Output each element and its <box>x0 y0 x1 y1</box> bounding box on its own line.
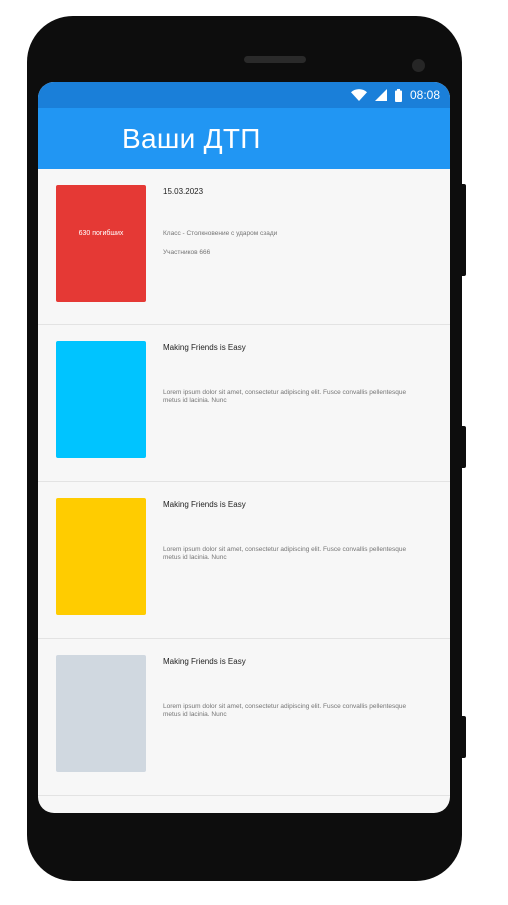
list-item[interactable]: 630 погибших 15.03.2023 Класс - Столкнов… <box>38 169 450 325</box>
item-thumbnail <box>56 655 146 772</box>
side-button <box>460 716 466 758</box>
app-bar: Ваши ДТП <box>38 108 450 169</box>
front-camera <box>412 59 425 72</box>
item-subtitle: Класс - Столкновение с ударом сзади <box>163 230 278 237</box>
list-item[interactable]: Making Friends is Easy Lorem ipsum dolor… <box>38 482 450 639</box>
volume-button <box>460 426 466 468</box>
page-title: Ваши ДТП <box>122 122 261 154</box>
item-title: Making Friends is Easy <box>163 657 246 666</box>
thumbnail-label: 630 погибших <box>78 230 124 237</box>
wifi-icon <box>350 89 367 101</box>
item-title: Making Friends is Easy <box>163 500 246 509</box>
item-description: Lorem ipsum dolor sit amet, consectetur … <box>163 546 407 561</box>
list-item[interactable]: Making Friends is Easy Lorem ipsum dolor… <box>38 639 450 796</box>
item-thumbnail: 630 погибших <box>56 185 146 302</box>
item-participants: Участников 666 <box>163 249 211 256</box>
item-thumbnail <box>56 498 146 615</box>
phone-screen: 08:08 Ваши ДТП 630 погибших 15.03.2023 К… <box>38 82 450 813</box>
item-thumbnail <box>56 341 146 458</box>
power-button <box>460 184 466 276</box>
status-time: 08:08 <box>409 88 440 102</box>
speaker-grille <box>244 56 306 63</box>
signal-icon <box>374 89 387 101</box>
item-description: Lorem ipsum dolor sit amet, consectetur … <box>163 389 407 404</box>
accident-list: 630 погибших 15.03.2023 Класс - Столкнов… <box>38 169 450 796</box>
item-title: Making Friends is Easy <box>163 343 246 352</box>
item-title: 15.03.2023 <box>163 187 204 196</box>
item-description: Lorem ipsum dolor sit amet, consectetur … <box>163 703 407 718</box>
battery-icon <box>394 88 402 102</box>
list-item[interactable]: Making Friends is Easy Lorem ipsum dolor… <box>38 325 450 482</box>
status-bar: 08:08 <box>38 82 450 108</box>
